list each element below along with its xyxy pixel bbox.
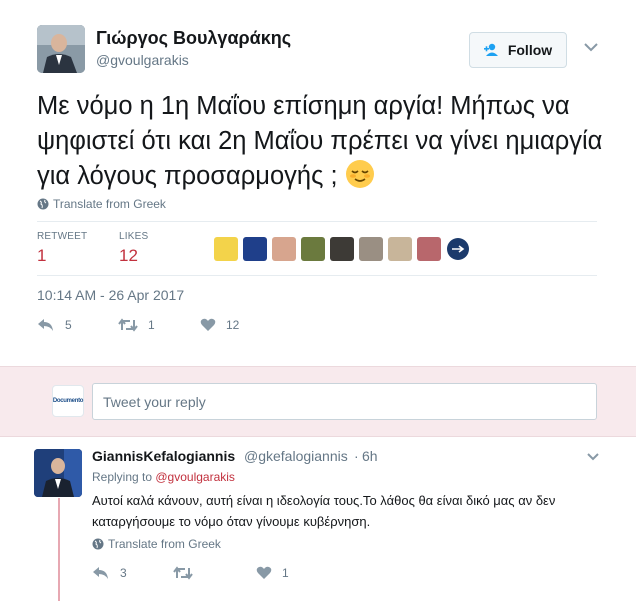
reply-count: 5 [65,318,72,332]
main-tweet: Γιώργος Βουλγαράκης @gvoulgarakis Follow… [0,0,636,366]
reply-translate-label: Translate from Greek [108,537,221,551]
chevron-down-icon[interactable] [586,449,600,461]
retweet-stat-value: 1 [37,246,47,265]
reply-author-handle[interactable]: @gkefalogiannis [244,448,348,464]
current-user-avatar[interactable]: Documento [52,385,84,417]
retweet-count: 1 [148,318,155,332]
relieved-face-emoji-icon [345,159,375,189]
like-button[interactable]: 12 [200,318,239,332]
follow-label: Follow [507,42,553,58]
heart-icon [256,566,272,580]
liker-avatar[interactable] [301,237,325,261]
like-count: 12 [226,318,240,332]
reply-author-name[interactable]: GiannisKefalogiannis [92,448,235,464]
liker-avatar[interactable] [388,237,412,261]
author-name[interactable]: Γιώργος Βουλγαράκης [96,28,291,49]
reply-translate-link[interactable]: Translate from Greek [92,537,221,551]
reply-like-button[interactable]: 1 [256,566,289,580]
thread-line [58,498,60,601]
replying-to-prefix: Replying to [92,470,156,484]
more-likers-arrow-icon[interactable] [447,238,469,260]
liker-avatar[interactable] [417,237,441,261]
retweet-button[interactable]: 1 [118,318,155,332]
translate-label: Translate from Greek [53,197,166,211]
divider [37,275,597,276]
reply-text: Αυτοί καλά κάνουν, αυτή είναι η ιδεολογί… [92,493,556,529]
tweet-text-content: Με νόμο η 1η Μαΐου επίσημη αργία! Μήπως … [37,92,603,190]
retweet-icon [118,318,138,332]
reply-reply-count: 3 [120,566,127,580]
reply-timestamp[interactable]: 6h [362,448,378,464]
follow-button[interactable]: Follow [469,32,567,68]
liker-avatar[interactable] [272,237,296,261]
globe-icon [37,198,49,210]
retweet-icon [173,566,193,580]
reply-input[interactable] [92,383,597,420]
likers-list [214,237,469,261]
liker-avatar[interactable] [214,237,238,261]
reply-like-count: 1 [282,566,289,580]
separator-dot: · [354,448,359,464]
likes-stat-value: 12 [119,246,138,265]
replying-to-line: Replying to @gvoulgarakis [92,470,235,484]
retweet-stat[interactable]: RETWEET 1 [37,231,87,266]
reply-icon [92,566,110,580]
divider [37,221,597,222]
translate-link[interactable]: Translate from Greek [37,197,166,211]
retweet-stat-label: RETWEET [37,231,88,242]
author-avatar[interactable] [37,25,85,73]
likes-stat-label: LIKES [119,231,149,242]
reply-retweet-button[interactable] [173,566,203,580]
liker-avatar[interactable] [243,237,267,261]
likes-stat[interactable]: LIKES 12 [119,231,148,266]
tweet-text: Με νόμο η 1η Μαΐου επίσημη αργία! Μήπως … [37,89,617,194]
tweet-timestamp[interactable]: 10:14 AM - 26 Apr 2017 [37,287,184,303]
reply-button[interactable]: 5 [37,318,72,332]
heart-icon [200,318,216,332]
avatar-logo-text: Documento [52,398,84,404]
chevron-down-icon[interactable] [583,40,599,52]
replying-to-mention[interactable]: @gvoulgarakis [155,470,235,484]
add-user-icon [483,43,502,57]
reply-reply-button[interactable]: 3 [92,566,127,580]
author-handle[interactable]: @gvoulgarakis [96,52,189,68]
globe-icon [92,538,104,550]
liker-avatar[interactable] [330,237,354,261]
liker-avatar[interactable] [359,237,383,261]
reply-icon [37,318,55,332]
reply-author-avatar[interactable] [34,449,82,497]
